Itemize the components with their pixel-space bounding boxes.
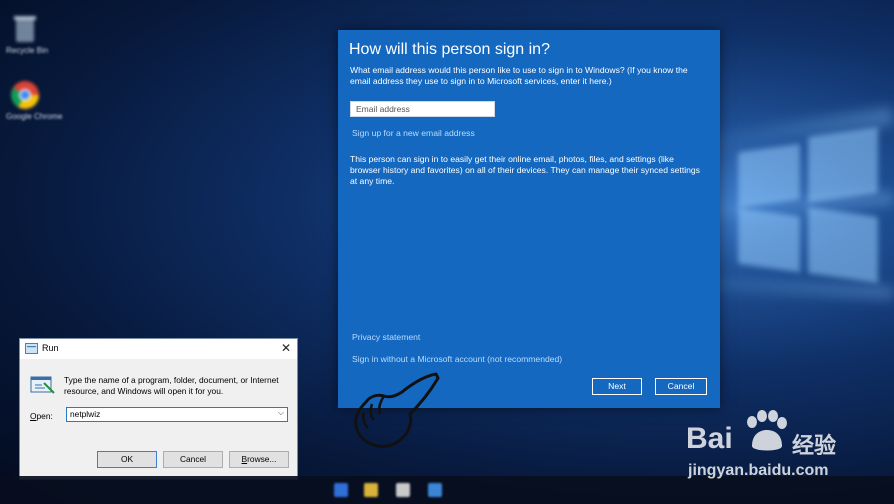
chrome-icon[interactable] [8,78,42,112]
info-text: This person can sign in to easily get th… [350,154,700,186]
run-dialog: Run ✕ Type the name of a program, folder… [19,338,298,480]
open-combobox[interactable]: netplwiz ⌵ [66,407,288,422]
signup-link[interactable]: Sign up for a new email address [352,128,475,138]
run-program-icon [30,376,55,394]
taskbar-app-icon[interactable] [428,483,442,497]
open-input-value[interactable]: netplwiz [70,409,100,419]
run-app-icon [25,343,38,354]
chrome-label: Google Chrome [6,112,63,121]
browse-label-text: rowse... [247,454,277,464]
windows-logo-pane [738,143,800,209]
taskbar [0,476,894,504]
run-title: Run [42,343,59,353]
email-input[interactable] [350,101,495,117]
hand-pointer-icon [354,372,440,448]
cancel-button[interactable]: Cancel [655,378,707,395]
run-description: Type the name of a program, folder, docu… [64,375,279,396]
next-button[interactable]: Next [592,378,642,395]
ok-button[interactable]: OK [97,451,157,468]
run-titlebar[interactable]: Run ✕ [20,339,297,359]
close-icon[interactable]: ✕ [281,341,291,355]
windows-logo-pane [808,127,878,203]
dialog-description: What email address would this person lik… [350,65,688,86]
dialog-title: How will this person sign in? [349,41,550,58]
open-label: Open: [30,411,53,421]
windows-logo-pane [738,207,800,273]
browse-button[interactable]: Browse... [229,451,289,468]
taskbar-app-icon[interactable] [364,483,378,497]
windows-logo-pane [808,207,878,283]
paw-icon [747,410,787,451]
open-label-text: pen: [36,411,53,421]
watermark-brand: Bai [686,422,733,455]
run-cancel-button[interactable]: Cancel [163,451,223,468]
watermark-url: jingyan.baidu.com [688,462,829,479]
sign-in-without-microsoft-account-link[interactable]: Sign in without a Microsoft account (not… [352,354,562,364]
recycle-bin-icon[interactable] [8,12,42,46]
recycle-bin-label: Recycle Bin [6,46,49,55]
chevron-down-icon[interactable]: ⌵ [278,408,284,418]
privacy-statement-link[interactable]: Privacy statement [352,332,420,342]
watermark-brand-cn: 经验 [792,433,837,458]
microsoft-account-dialog: How will this person sign in? What email… [338,30,720,408]
taskbar-app-icon[interactable] [396,483,410,497]
taskbar-app-icon[interactable] [334,483,348,497]
